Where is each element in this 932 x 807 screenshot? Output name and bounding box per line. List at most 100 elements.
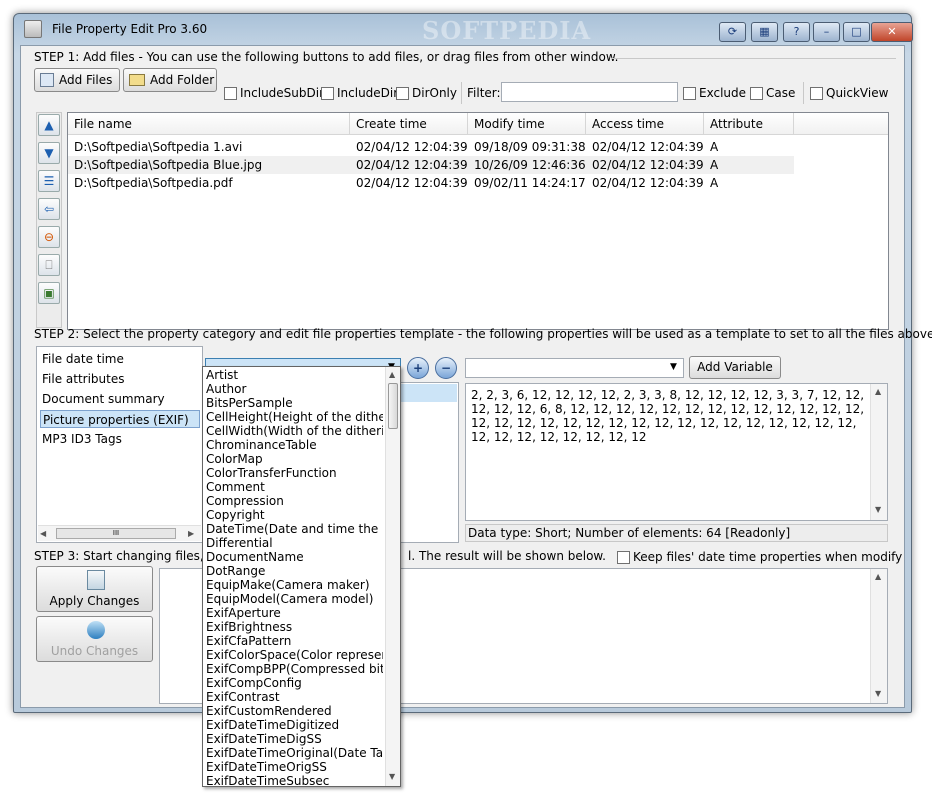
scroll-thumb[interactable] xyxy=(388,383,398,429)
move-down-icon[interactable]: ▼ xyxy=(38,142,60,164)
include-dir-checkbox[interactable] xyxy=(321,87,334,100)
dropdown-item[interactable]: ExifDateTimeSubsec xyxy=(203,774,383,786)
dropdown-item[interactable]: ExifCompBPP(Compressed bits/p xyxy=(203,662,383,676)
dropdown-item[interactable]: ExifContrast xyxy=(203,690,383,704)
keep-dates-checkbox[interactable] xyxy=(617,551,630,564)
dropdown-item[interactable]: CellWidth(Width of the dithering xyxy=(203,424,383,438)
category-item[interactable]: MP3 ID3 Tags xyxy=(40,430,200,448)
save-icon[interactable]: ▣ xyxy=(38,282,60,304)
title-bar[interactable]: File Property Edit Pro 3.60 SOFTPEDIA ⟳ … xyxy=(14,14,913,45)
table-row[interactable]: D:\Softpedia\Softpedia Blue.jpg 02/04/12… xyxy=(68,156,794,174)
scroll-left-icon[interactable]: ◀ xyxy=(40,529,46,538)
add-files-button[interactable]: Add Files xyxy=(34,68,120,92)
dropdown-item[interactable]: Differential xyxy=(203,536,383,550)
dir-only-checkbox[interactable] xyxy=(396,87,409,100)
scroll-down-icon[interactable]: ▼ xyxy=(875,505,881,514)
column-header-access-time[interactable]: Access time xyxy=(586,113,704,135)
category-list[interactable]: File date time File attributes Document … xyxy=(36,346,203,543)
dropdown-item[interactable]: ExifColorSpace(Color representat xyxy=(203,648,383,662)
dropdown-item[interactable]: Author xyxy=(203,382,383,396)
refresh-icon[interactable]: ⟳ xyxy=(719,22,746,42)
dir-only-label: DirOnly xyxy=(412,86,457,100)
file-list[interactable]: File name Create time Modify time Access… xyxy=(67,112,889,330)
back-arrow-icon[interactable]: ⇦ xyxy=(38,198,60,220)
dropdown-item[interactable]: ExifDateTimeOrigSS xyxy=(203,760,383,774)
column-header-modify-time[interactable]: Modify time xyxy=(468,113,586,135)
undo-icon xyxy=(87,621,105,639)
dropdown-item[interactable]: Artist xyxy=(203,368,383,382)
dropdown-item[interactable]: Compression xyxy=(203,494,383,508)
dropdown-item[interactable]: CellHeight(Height of the dithering xyxy=(203,410,383,424)
dropdown-item[interactable]: ExifBrightness xyxy=(203,620,383,634)
include-subdir-checkbox[interactable] xyxy=(224,87,237,100)
move-up-icon[interactable]: ▲ xyxy=(38,114,60,136)
quickview-checkbox[interactable] xyxy=(810,87,823,100)
dropdown-item[interactable]: ExifCustomRendered xyxy=(203,704,383,718)
help-icon[interactable]: ? xyxy=(783,22,810,42)
create-time-cell: 02/04/12 12:04:39 xyxy=(356,140,468,154)
close-button[interactable]: ✕ xyxy=(871,22,913,42)
dropdown-item[interactable]: BitsPerSample xyxy=(203,396,383,410)
dropdown-item[interactable]: ColorTransferFunction xyxy=(203,466,383,480)
dropdown-item[interactable]: ExifDateTimeOriginal(Date Taker xyxy=(203,746,383,760)
remove-icon[interactable]: ⊖ xyxy=(38,226,60,248)
dropdown-item[interactable]: ExifDateTimeDigitized xyxy=(203,718,383,732)
category-item[interactable]: Document summary xyxy=(40,390,200,408)
scroll-down-icon[interactable]: ▼ xyxy=(389,772,395,781)
scroll-right-icon[interactable]: ▶ xyxy=(188,529,194,538)
dropdown-item[interactable]: DotRange xyxy=(203,564,383,578)
app-icon[interactable] xyxy=(24,20,42,38)
dropdown-item[interactable]: ExifDateTimeDigSS xyxy=(203,732,383,746)
main-panel: STEP 1: Add files - You can use the foll… xyxy=(20,45,932,708)
dropdown-item[interactable]: ChrominanceTable xyxy=(203,438,383,452)
dropdown-vscrollbar[interactable]: ▲ ▼ xyxy=(385,367,400,786)
dropdown-item[interactable]: ColorMap xyxy=(203,452,383,466)
property-value-textarea[interactable]: 2, 2, 3, 6, 12, 12, 12, 12, 2, 3, 3, 8, … xyxy=(465,383,888,521)
add-property-icon[interactable]: + xyxy=(407,357,429,379)
dropdown-item[interactable]: DateTime(Date and time the ima xyxy=(203,522,383,536)
clear-list-icon[interactable]: ☰ xyxy=(38,170,60,192)
delete-icon[interactable]: ⎕ xyxy=(38,254,60,276)
softpedia-watermark: SOFTPEDIA xyxy=(422,16,592,45)
filter-input[interactable] xyxy=(501,82,678,102)
undo-changes-button[interactable]: Undo Changes xyxy=(36,616,153,662)
table-row[interactable]: D:\Softpedia\Softpedia.pdf 02/04/12 12:0… xyxy=(68,174,794,192)
variable-combobox[interactable]: ▼ xyxy=(465,358,684,378)
column-header-file-name[interactable]: File name xyxy=(68,113,350,135)
dropdown-item[interactable]: ExifCompConfig xyxy=(203,676,383,690)
dropdown-item[interactable]: ExifCfaPattern xyxy=(203,634,383,648)
scroll-thumb[interactable]: III xyxy=(56,528,176,539)
scroll-up-icon[interactable]: ▲ xyxy=(875,387,881,396)
palette-icon[interactable]: ▦ xyxy=(751,22,778,42)
chevron-down-icon: ▼ xyxy=(670,362,677,372)
step3-heading-start: STEP 3: Start changing files, y xyxy=(34,549,215,563)
result-vscrollbar[interactable]: ▲ ▼ xyxy=(870,569,887,703)
dropdown-item[interactable]: ExifAperture xyxy=(203,606,383,620)
exclude-checkbox[interactable] xyxy=(683,87,696,100)
scroll-up-icon[interactable]: ▲ xyxy=(875,572,881,581)
dropdown-item[interactable]: DocumentName xyxy=(203,550,383,564)
minimize-button[interactable]: – xyxy=(813,22,840,42)
dropdown-item[interactable]: Copyright xyxy=(203,508,383,522)
apply-changes-button[interactable]: Apply Changes xyxy=(36,566,153,612)
category-hscrollbar[interactable]: ◀ III ▶ xyxy=(38,525,201,541)
column-header-attribute[interactable]: Attribute xyxy=(704,113,794,135)
remove-property-icon[interactable]: − xyxy=(435,357,457,379)
category-item[interactable]: File attributes xyxy=(40,370,200,388)
dropdown-item[interactable]: Comment xyxy=(203,480,383,494)
add-variable-button[interactable]: Add Variable xyxy=(689,356,781,379)
table-row[interactable]: D:\Softpedia\Softpedia 1.avi 02/04/12 12… xyxy=(68,138,794,156)
value-vscrollbar[interactable]: ▲ ▼ xyxy=(870,384,887,520)
dropdown-item[interactable]: EquipModel(Camera model) xyxy=(203,592,383,606)
add-folder-button[interactable]: Add Folder xyxy=(123,68,217,92)
scroll-up-icon[interactable]: ▲ xyxy=(389,370,395,379)
maximize-button[interactable]: □ xyxy=(843,22,870,42)
dropdown-item[interactable]: EquipMake(Camera maker) xyxy=(203,578,383,592)
property-dropdown-list[interactable]: Artist Author BitsPerSample CellHeight(H… xyxy=(202,366,401,787)
step1-divider xyxy=(611,58,896,59)
category-item-selected[interactable]: Picture properties (EXIF) xyxy=(40,410,200,428)
column-header-create-time[interactable]: Create time xyxy=(350,113,468,135)
category-item[interactable]: File date time xyxy=(40,350,200,368)
case-checkbox[interactable] xyxy=(750,87,763,100)
scroll-down-icon[interactable]: ▼ xyxy=(875,689,881,698)
